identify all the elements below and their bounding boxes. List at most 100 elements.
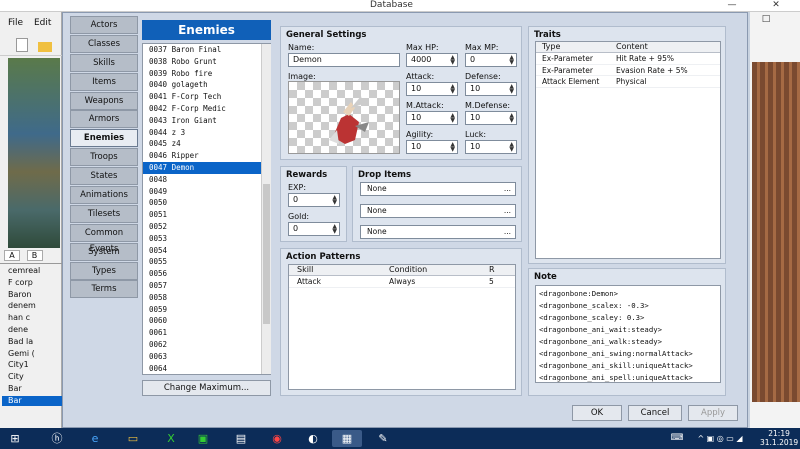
table-row[interactable]: Attack Element Physical — [536, 76, 720, 88]
list-item[interactable]: 0048 — [143, 174, 270, 186]
spinner-icon[interactable]: ▲ ▼ — [509, 113, 514, 124]
attack-field[interactable]: 10 ▲ ▼ — [406, 82, 458, 96]
restore-button[interactable]: □ — [754, 14, 778, 26]
change-maximum-button[interactable]: Change Maximum... — [142, 380, 271, 396]
name-field[interactable]: Demon — [288, 53, 400, 67]
mattack-field[interactable]: 10 ▲ ▼ — [406, 111, 458, 125]
tree-item[interactable]: dene — [2, 325, 62, 337]
tree-item[interactable]: City — [2, 372, 62, 384]
list-item[interactable]: 0040 golageth — [143, 79, 270, 91]
new-file-icon[interactable] — [16, 38, 28, 52]
app-icon[interactable]: ▤ — [226, 430, 256, 447]
list-item[interactable]: 0049 — [143, 186, 270, 198]
list-item[interactable]: 0064 — [143, 363, 270, 374]
table-row[interactable]: Ex-Parameter Hit Rate + 95% — [536, 53, 720, 65]
drop-item-2[interactable]: None... — [360, 204, 516, 218]
tree-item-selected[interactable]: Bar — [2, 395, 62, 406]
mdefense-field[interactable]: 10 ▲ ▼ — [465, 111, 517, 125]
cancel-button[interactable]: Cancel — [628, 405, 682, 421]
category-armors[interactable]: Armors — [70, 110, 138, 129]
ie-icon[interactable]: e — [80, 430, 110, 447]
spinner-icon[interactable]: ▲ ▼ — [332, 195, 337, 206]
list-item[interactable]: 0054 — [143, 245, 270, 257]
note-textarea[interactable]: <dragonbone:Demon> <dragonbone_scalex: -0… — [535, 285, 721, 383]
category-skills[interactable]: Skills — [70, 53, 138, 72]
explorer-icon[interactable]: ▭ — [118, 430, 148, 447]
chrome-icon[interactable]: ◉ — [262, 430, 292, 447]
defense-field[interactable]: 10 ▲ ▼ — [465, 82, 517, 96]
enemies-list[interactable]: 0037 Baron Final 0038 Robo Grunt 0039 Robo… — [142, 43, 271, 375]
enemy-image[interactable] — [288, 81, 400, 154]
tree-item[interactable]: Baron — [2, 290, 62, 302]
tree-item[interactable]: Gemi ( — [2, 349, 62, 361]
agility-field[interactable]: 10 ▲ ▼ — [406, 140, 458, 154]
category-tilesets[interactable]: Tilesets — [70, 204, 138, 223]
list-item[interactable]: 0060 — [143, 315, 270, 327]
tree-item[interactable]: han c — [2, 313, 62, 325]
category-common-events[interactable]: Common Events — [70, 223, 138, 254]
category-types[interactable]: Types — [70, 261, 138, 280]
exp-field[interactable]: 0 ▲ ▼ — [288, 193, 340, 207]
category-items[interactable]: Items — [70, 72, 138, 91]
list-item[interactable]: 0037 Baron Final — [143, 44, 270, 56]
list-scrollbar[interactable] — [261, 44, 271, 374]
list-item[interactable]: 0056 — [143, 268, 270, 280]
category-actors[interactable]: Actors — [70, 16, 138, 34]
category-enemies[interactable]: Enemies — [70, 129, 138, 148]
tab-a[interactable]: A — [4, 250, 20, 261]
tab-b[interactable]: B — [26, 250, 43, 261]
spinner-icon[interactable]: ▲ ▼ — [450, 55, 455, 66]
excel-icon[interactable]: X — [156, 430, 186, 447]
gold-field[interactable]: 0 ▲ ▼ — [288, 222, 340, 236]
table-row[interactable]: Ex-Parameter Evasion Rate + 5% — [536, 65, 720, 76]
sheet-icon[interactable]: ▣ — [188, 430, 218, 447]
list-item[interactable]: 0061 — [143, 327, 270, 339]
action-patterns-table[interactable]: Skill Condition R Attack Always 5 — [288, 264, 516, 390]
list-item[interactable]: 0063 — [143, 351, 270, 363]
spinner-icon[interactable]: ▲ ▼ — [332, 224, 337, 235]
list-item[interactable]: 0055 — [143, 256, 270, 268]
list-item[interactable]: 0044 z 3 — [143, 127, 270, 139]
keyboard-icon[interactable]: ⌨ — [662, 430, 692, 447]
list-item[interactable]: 0038 Robo Grunt — [143, 56, 270, 68]
close-button[interactable]: ✕ — [764, 0, 788, 12]
max-mp-field[interactable]: 0 ▲ ▼ — [465, 53, 517, 67]
list-item[interactable]: 0042 F-Corp Medic — [143, 103, 270, 115]
category-classes[interactable]: Classes — [70, 34, 138, 53]
tileset-palette[interactable] — [8, 58, 60, 248]
table-row[interactable]: Attack Always 5 — [289, 276, 515, 288]
list-item[interactable]: 0057 — [143, 280, 270, 292]
tree-item[interactable]: cemreal — [2, 266, 62, 278]
folder-icon[interactable] — [38, 42, 52, 52]
paint-icon[interactable]: ✎ — [368, 430, 398, 447]
list-item[interactable]: 0045 z4 — [143, 138, 270, 150]
tree-item[interactable]: F corp — [2, 278, 62, 290]
tree-item[interactable]: Bar — [2, 384, 62, 396]
list-item[interactable]: 0050 — [143, 197, 270, 209]
spinner-icon[interactable]: ▲ ▼ — [450, 113, 455, 124]
drop-item-3[interactable]: None... — [360, 225, 516, 239]
drop-item-1[interactable]: None... — [360, 182, 516, 196]
max-hp-field[interactable]: 4000 ▲ ▼ — [406, 53, 458, 67]
category-weapons[interactable]: Weapons — [70, 91, 138, 110]
list-item[interactable]: 0053 — [143, 233, 270, 245]
traits-table[interactable]: Type Content Ex-Parameter Hit Rate + 95%… — [535, 41, 721, 259]
luck-field[interactable]: 10 ▲ ▼ — [465, 140, 517, 154]
ok-button[interactable]: OK — [572, 405, 622, 421]
spinner-icon[interactable]: ▲ ▼ — [509, 142, 514, 153]
category-animations[interactable]: Animations — [70, 186, 138, 205]
menu-file[interactable]: File — [8, 18, 23, 28]
list-item[interactable]: 0039 Robo fire — [143, 68, 270, 80]
rpgmaker-icon[interactable]: ▦ — [332, 430, 362, 447]
list-item[interactable]: 0046 Ripper — [143, 150, 270, 162]
category-states[interactable]: States — [70, 167, 138, 186]
tree-item[interactable]: denem — [2, 301, 62, 313]
tree-item[interactable]: Bad la — [2, 337, 62, 349]
list-scroll-thumb[interactable] — [263, 184, 270, 324]
spinner-icon[interactable]: ▲ ▼ — [450, 142, 455, 153]
clock[interactable]: 21:19 31.1.2019 — [760, 429, 798, 447]
spinner-icon[interactable]: ▲ ▼ — [509, 84, 514, 95]
apply-button[interactable]: Apply — [688, 405, 738, 421]
start-icon[interactable]: ⊞ — [4, 430, 26, 447]
list-item[interactable]: 0052 — [143, 221, 270, 233]
